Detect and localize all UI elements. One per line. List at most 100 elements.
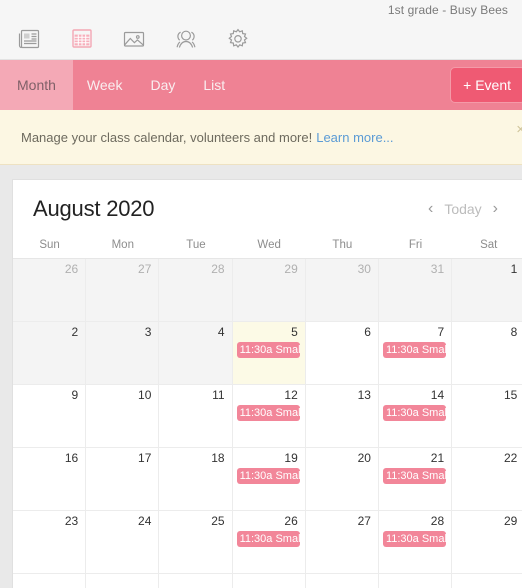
add-event-button[interactable]: + Event [450,67,522,103]
calendar-week-row: 26 27 28 29 30 31 1 [13,259,522,322]
calendar-day-cell[interactable]: 29 [232,259,306,322]
calendar-day-cell[interactable]: 27 [86,259,160,322]
day-number: 26 [284,514,298,528]
calendar-event-chip[interactable]: 11:30a Smal [382,405,447,421]
weekday-label-thu: Thu [332,239,353,251]
tab-day[interactable]: Day [136,60,189,110]
calendar-day-cell[interactable] [378,574,453,588]
class-title: 1st grade - Busy Bees [387,3,508,17]
calendar-day-cell[interactable]: 30 [305,259,379,322]
calendar-day-cell[interactable]: 13 [305,385,379,448]
weekday-label-mon: Mon [111,239,134,251]
calendar-event-chip[interactable]: 11:30a Smal [236,468,300,484]
news-icon[interactable] [4,22,56,56]
promo-banner-text: Manage your class calendar, volunteers a… [21,129,313,145]
calendar-event-chip[interactable]: 11:30a Smal [236,342,300,358]
calendar-day-cell[interactable]: 2 [13,322,87,385]
calendar-day-cell[interactable] [13,574,87,588]
calendar-event-chip[interactable]: 11:30a Smal [382,468,447,484]
calendar-day-cell[interactable]: 29 [452,511,522,574]
day-number: 27 [357,514,371,528]
calendar-day-cell[interactable]: 25 [159,511,233,574]
calendar-day-cell[interactable]: 7 11:30a Smal [378,322,453,385]
calendar-navigation: ‹ Today › [428,201,522,218]
calendar-card: August 2020 ‹ Today › Sun Mon Tue Wed Thu Fri… [12,179,522,588]
calendar-day-cell[interactable] [86,574,160,588]
calendar-day-cell[interactable]: 26 11:30a Smal [232,511,306,574]
calendar-event-chip[interactable]: 11:30a Smal [382,342,447,358]
calendar-day-cell[interactable]: 31 [378,259,453,322]
calendar-day-cell[interactable]: 19 11:30a Smal [232,448,306,511]
calendar-day-cell[interactable] [452,574,522,588]
weekday-label-sun: Sun [39,239,60,251]
gear-icon[interactable] [212,22,264,56]
calendar-day-cell[interactable]: 8 [452,322,522,385]
tab-list[interactable]: List [189,60,239,110]
next-month-icon[interactable]: › [493,201,498,217]
learn-more-link[interactable]: Learn more... [316,130,393,145]
calendar-event-chip[interactable]: 11:30a Smal [236,531,300,547]
day-number: 18 [211,451,225,465]
day-number: 22 [503,451,518,465]
calendar-day-cell[interactable]: 22 [452,448,522,511]
calendar-week-row: 23 24 25 26 11:30a Smal 27 28 11:30a Smal 29 [13,511,522,574]
day-number: 16 [64,451,79,465]
calendar-event-chip[interactable]: 11:30a Smal [382,531,447,547]
weekday-label-sat: Sat [480,239,498,251]
calendar-day-cell[interactable] [159,574,233,588]
calendar-day-cell[interactable]: 20 [305,448,379,511]
calendar-icon[interactable] [56,22,108,56]
calendar-day-cell[interactable]: 26 [13,259,87,322]
calendar-grid: 26 27 28 29 30 31 1 2 3 4 5 11:30a Smal 6 7 11:30a Sma… [13,259,522,588]
close-icon[interactable]: × [516,122,522,137]
calendar-week-row: 9 10 11 12 11:30a Smal 13 14 11:30a Smal 15 [13,385,522,448]
tab-month[interactable]: Month [0,60,73,110]
calendar-day-cell[interactable]: 15 [452,385,522,448]
calendar-day-cell[interactable]: 6 [305,322,379,385]
page-title: August 2020 [33,196,155,221]
calendar-day-cell[interactable]: 17 [86,448,160,511]
prev-month-icon[interactable]: ‹ [428,201,433,217]
calendar-day-cell[interactable] [305,574,379,588]
tab-week[interactable]: Week [73,60,137,110]
day-number: 9 [71,388,79,402]
photos-icon[interactable] [108,22,160,56]
calendar-day-cell[interactable]: 14 11:30a Smal [378,385,453,448]
calendar-day-cell[interactable]: 9 [13,385,87,448]
calendar-day-cell[interactable]: 18 [159,448,233,511]
calendar-day-cell[interactable]: 27 [305,511,379,574]
calendar-day-cell[interactable]: 10 [86,385,160,448]
calendar-day-cell[interactable]: 16 [13,448,87,511]
today-button[interactable]: Today [444,201,481,217]
weekday-label-tue: Tue [186,239,206,251]
weekday-label-wed: Wed [257,239,281,251]
calendar-day-cell[interactable]: 23 [13,511,87,574]
app-header: 1st grade - Busy Bees [0,0,522,60]
day-number: 4 [217,325,225,339]
people-icon[interactable] [160,22,212,56]
calendar-day-cell[interactable]: 28 [159,259,233,322]
calendar-day-cell[interactable]: 28 11:30a Smal [378,511,453,574]
day-number: 25 [211,514,225,528]
day-number: 14 [430,388,445,402]
calendar-header: August 2020 ‹ Today › [13,180,522,236]
day-number: 26 [64,262,79,276]
day-number: 30 [357,262,371,276]
calendar-day-cell[interactable]: 24 [86,511,160,574]
calendar-day-cell[interactable]: 11 [159,385,233,448]
day-number: 7 [437,325,445,339]
calendar-day-cell[interactable] [232,574,306,588]
day-number: 29 [503,514,518,528]
calendar-week-row: 16 17 18 19 11:30a Smal 20 21 11:30a Smal 22 [13,448,522,511]
day-number: 20 [357,451,371,465]
calendar-event-chip[interactable]: 11:30a Smal [236,405,300,421]
calendar-week-row: 2 3 4 5 11:30a Smal 6 7 11:30a Smal 8 [13,322,522,385]
day-number: 11 [212,388,225,402]
calendar-day-cell[interactable]: 4 [159,322,233,385]
calendar-day-cell[interactable]: 3 [86,322,160,385]
day-number: 3 [144,325,152,339]
calendar-day-cell[interactable]: 1 [452,259,522,322]
calendar-day-cell[interactable]: 5 11:30a Smal [232,322,306,385]
calendar-day-cell[interactable]: 21 11:30a Smal [378,448,453,511]
calendar-day-cell[interactable]: 12 11:30a Smal [232,385,306,448]
